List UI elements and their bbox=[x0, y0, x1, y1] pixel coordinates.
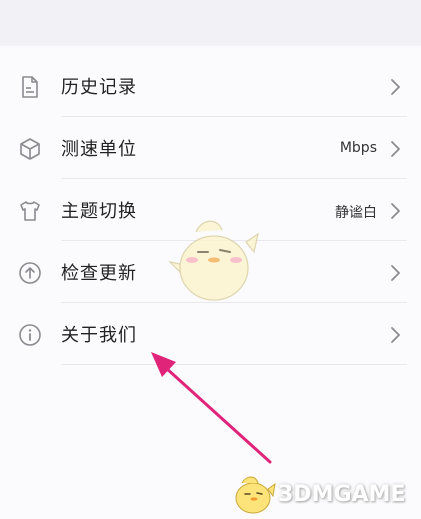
divider bbox=[61, 364, 407, 365]
menu-item-label: 主题切换 bbox=[61, 201, 137, 222]
menu-item-about[interactable]: 关于我们 bbox=[0, 303, 421, 365]
theme-value: 静谧白 bbox=[335, 205, 377, 221]
menu-item-label: 历史记录 bbox=[61, 77, 137, 98]
speed-unit-value: Mbps bbox=[339, 140, 377, 156]
site-watermark: 3DMGAME bbox=[226, 465, 421, 519]
chevron-right-icon bbox=[391, 79, 400, 95]
bird-logo-icon bbox=[235, 476, 276, 514]
cube-icon bbox=[20, 138, 40, 160]
menu-item-speed-unit[interactable]: 测速单位 Mbps bbox=[0, 117, 421, 179]
tshirt-icon bbox=[20, 201, 40, 221]
upload-circle-icon bbox=[19, 262, 41, 284]
watermark-text: 3DMGAME bbox=[278, 482, 406, 507]
header-area bbox=[0, 0, 421, 46]
chevron-right-icon bbox=[391, 265, 400, 281]
menu-item-label: 检查更新 bbox=[61, 263, 137, 284]
menu-item-history[interactable]: 历史记录 bbox=[0, 55, 421, 117]
chevron-right-icon bbox=[391, 203, 400, 219]
mascot-watermark-image bbox=[168, 220, 259, 301]
chevron-right-icon bbox=[391, 141, 400, 157]
menu-item-label: 测速单位 bbox=[61, 139, 137, 160]
chevron-right-icon bbox=[391, 327, 400, 343]
document-icon bbox=[22, 76, 38, 98]
info-circle-icon bbox=[19, 324, 41, 346]
menu-item-label: 关于我们 bbox=[61, 325, 137, 346]
